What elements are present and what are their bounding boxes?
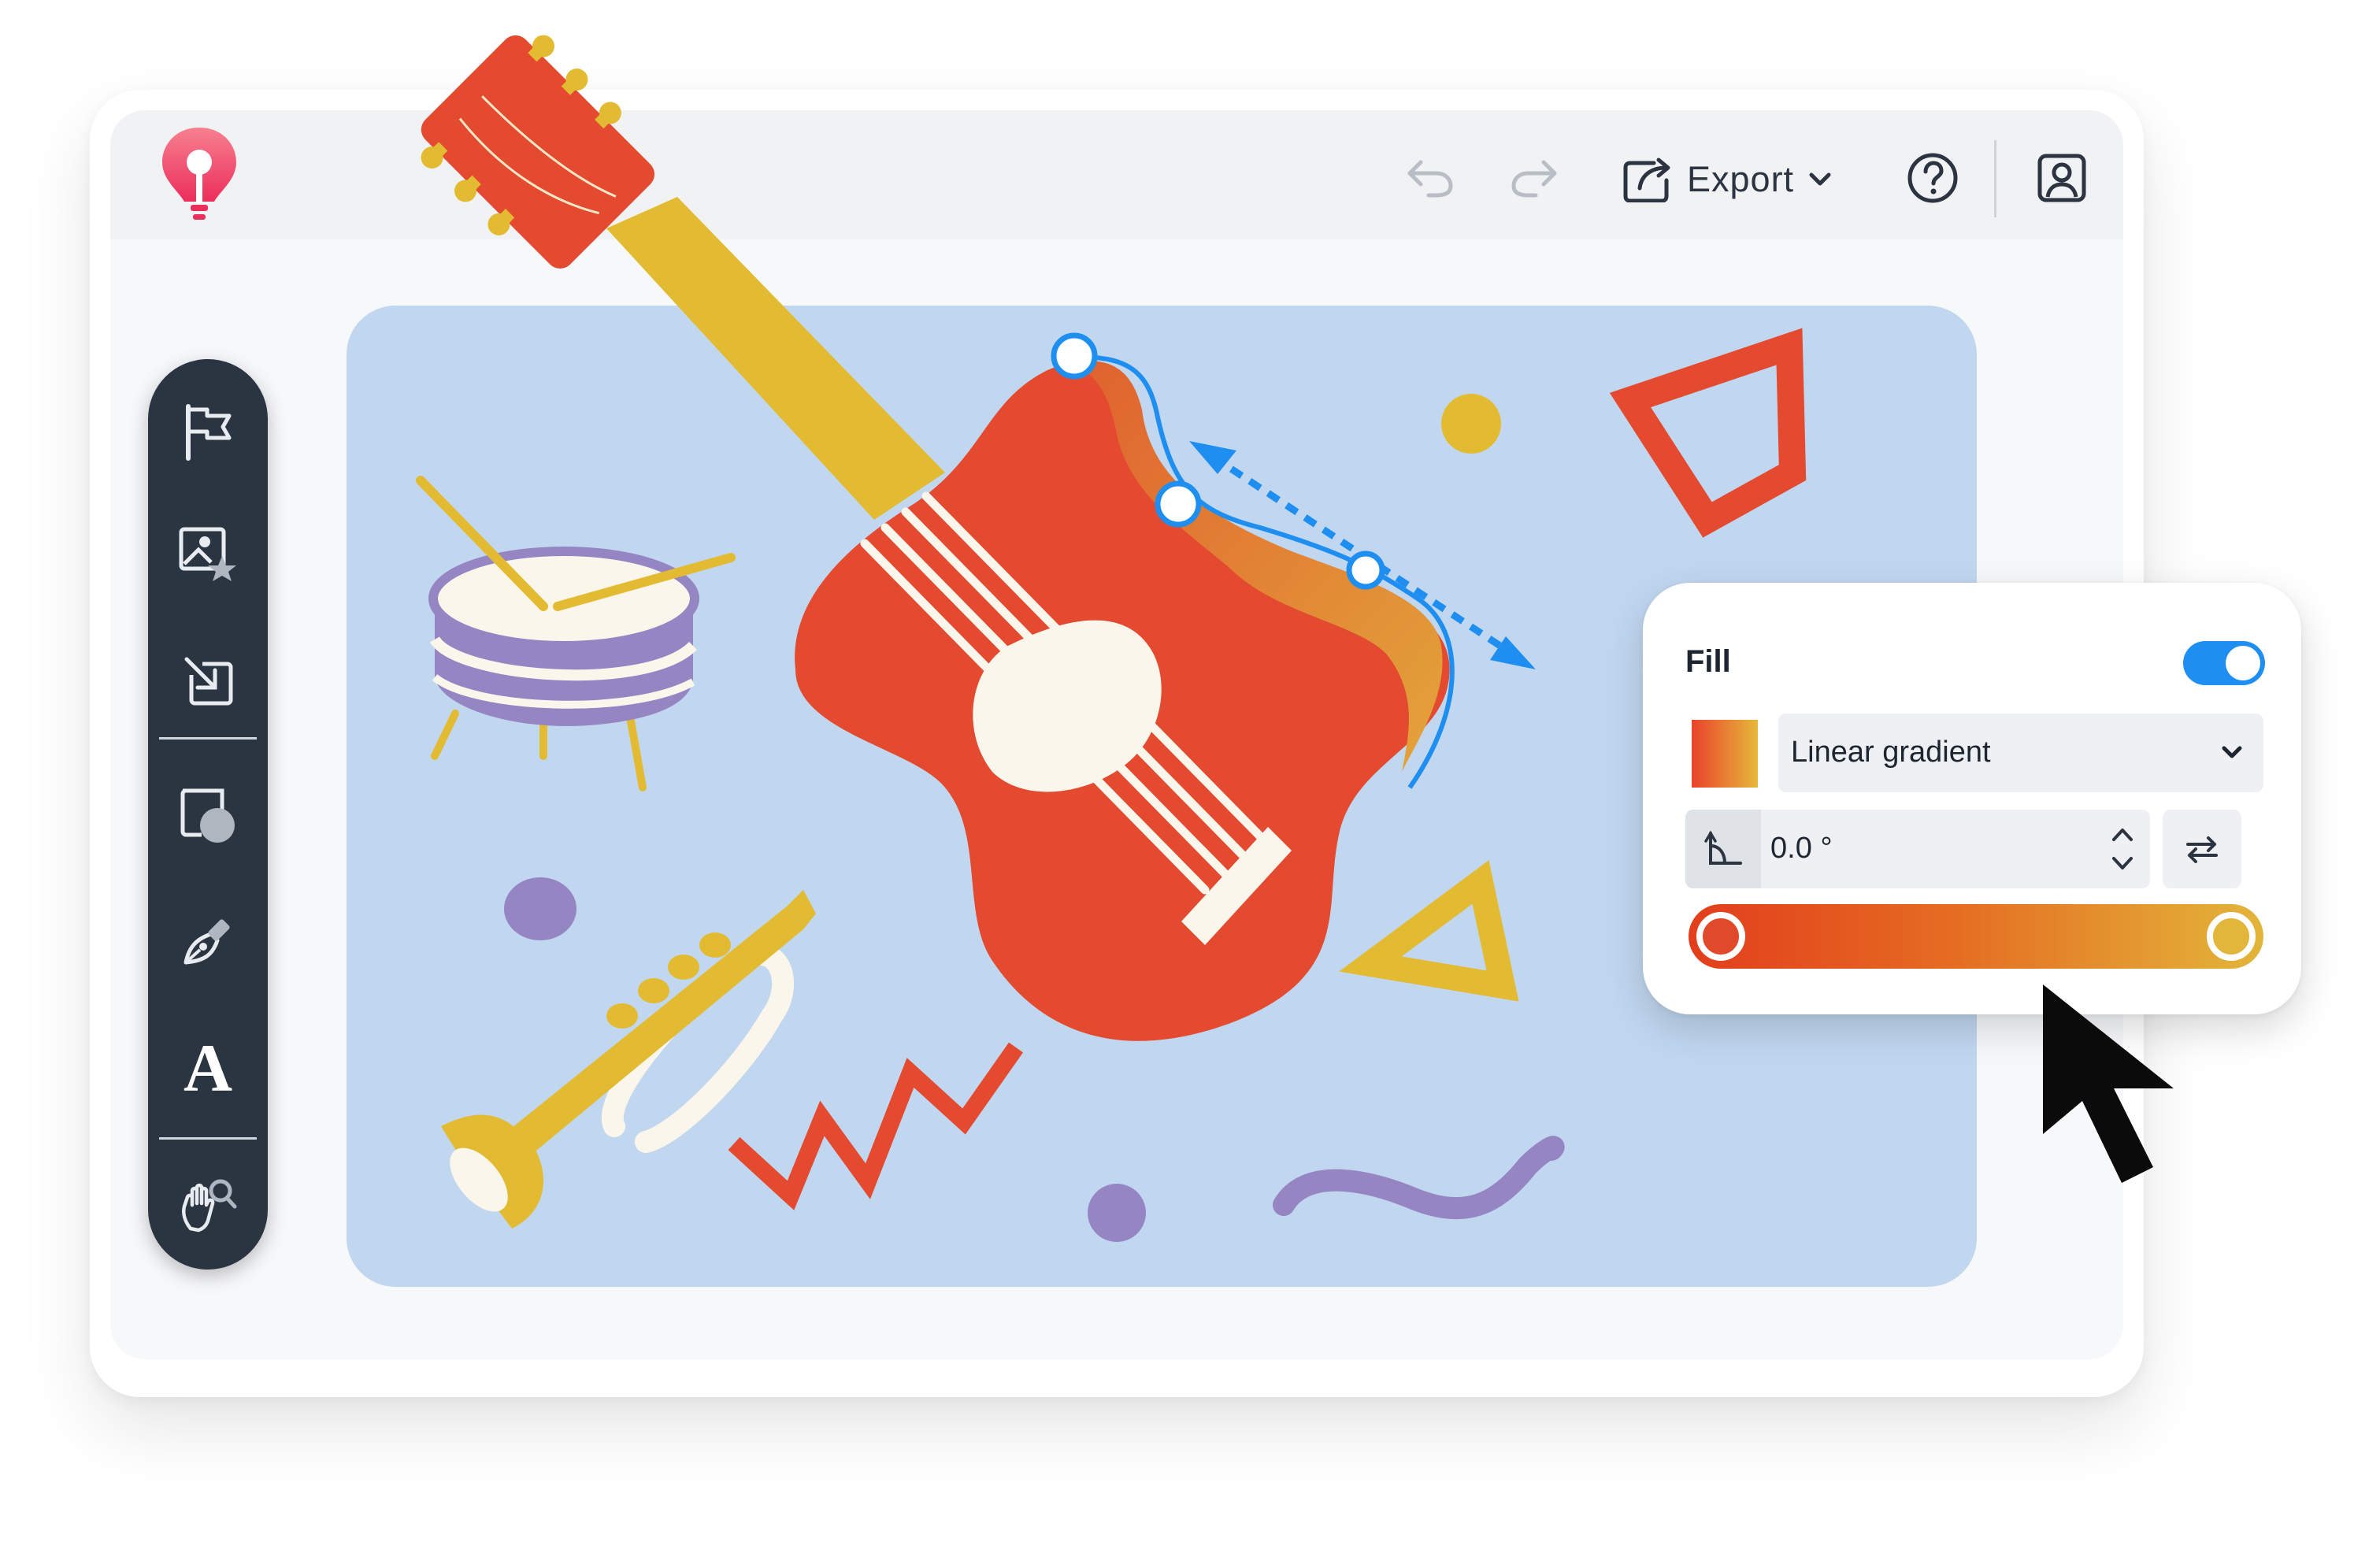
redo-button[interactable] (1503, 146, 1566, 209)
help-button[interactable] (1900, 145, 1966, 211)
chevron-down-icon (2222, 746, 2242, 758)
help-circle-icon (1907, 153, 1958, 203)
import-tool[interactable] (169, 641, 247, 720)
redo-icon (1511, 160, 1557, 198)
user-icon (2037, 154, 2086, 202)
toolbar-divider (159, 737, 257, 740)
undo-icon (1407, 160, 1453, 198)
fill-panel-title: Fill (1685, 644, 1731, 679)
image-star-icon (179, 527, 236, 581)
toggle-knob (2226, 646, 2260, 680)
angle-icon-box (1685, 810, 1761, 888)
topbar-divider (1994, 140, 1996, 217)
gradient-slider[interactable] (1689, 904, 2263, 969)
gradient-stop-start[interactable] (1696, 912, 1745, 961)
export-label: Export (1687, 159, 1795, 199)
pen-nib-icon (184, 919, 230, 965)
shapes-icon (180, 788, 235, 843)
pan-zoom-tool[interactable] (169, 1166, 247, 1244)
toolbar-divider (159, 1137, 257, 1140)
fill-panel: Fill Linear gradient 0.0 ° (1643, 583, 2301, 1014)
share-out-icon (1623, 158, 1670, 202)
flag-tool[interactable] (169, 392, 247, 471)
gradient-angle-input[interactable]: 0.0 ° (1685, 810, 2150, 888)
fill-type-select[interactable]: Linear gradient (1778, 714, 2263, 792)
angle-icon (1704, 830, 1742, 865)
fill-type-value: Linear gradient (1791, 736, 1991, 769)
swap-arrows-icon (2186, 836, 2218, 863)
text-tool[interactable]: A (169, 1029, 247, 1107)
tool-bar: A (148, 359, 268, 1270)
text-icon: A (183, 1030, 233, 1106)
angle-value: 0.0 ° (1770, 832, 1833, 865)
flag-icon (186, 404, 232, 461)
stepper-arrows-icon[interactable] (2109, 822, 2136, 876)
hand-magnifier-icon (182, 1179, 237, 1233)
pen-tool[interactable] (169, 901, 247, 980)
lightbulb-pin-logo[interactable] (156, 126, 243, 224)
image-library-tool[interactable] (169, 515, 247, 594)
chevron-down-icon (1809, 172, 1831, 186)
undo-button[interactable] (1399, 146, 1462, 209)
top-bar: Export (110, 110, 2123, 239)
gradient-stop-end[interactable] (2207, 912, 2256, 961)
mouse-cursor-icon (2043, 984, 2174, 1183)
import-icon (184, 657, 233, 706)
reverse-gradient-button[interactable] (2163, 810, 2241, 888)
export-button[interactable]: Export (1619, 151, 1835, 208)
fill-toggle[interactable] (2183, 641, 2265, 685)
account-button[interactable] (2029, 145, 2095, 211)
fill-color-swatch[interactable] (1692, 720, 1758, 788)
shapes-tool[interactable] (169, 777, 247, 855)
